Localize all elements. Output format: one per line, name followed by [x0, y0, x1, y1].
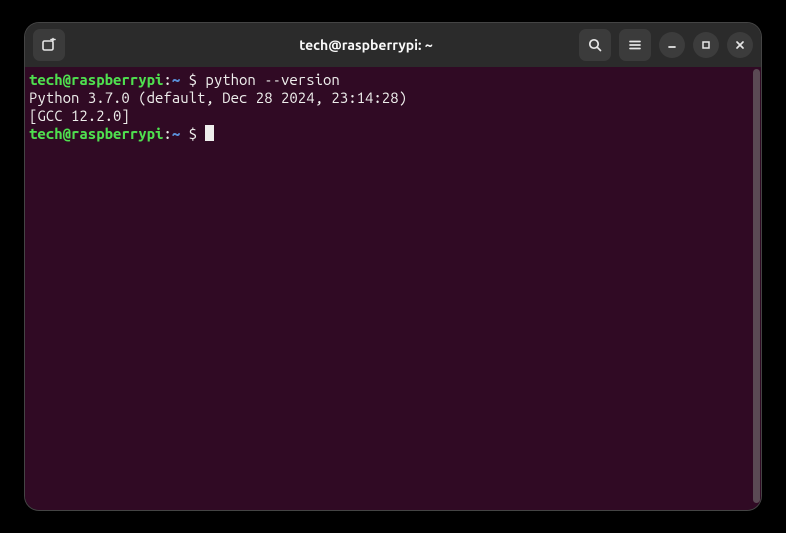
prompt-sep: : [163, 71, 171, 88]
terminal-output[interactable]: tech@raspberrypi:~ $ python --versionPyt… [25, 67, 752, 510]
terminal-body[interactable]: tech@raspberrypi:~ $ python --versionPyt… [25, 67, 761, 510]
maximize-button[interactable] [693, 32, 719, 58]
prompt-dollar: $ [180, 71, 205, 88]
search-button[interactable] [579, 29, 611, 61]
menu-button[interactable] [619, 29, 651, 61]
prompt-dollar: $ [180, 125, 205, 142]
new-tab-button[interactable] [33, 29, 65, 61]
prompt-user: tech@raspberrypi [29, 125, 163, 142]
prompt-user: tech@raspberrypi [29, 71, 163, 88]
output-line: [GCC 12.2.0] [29, 107, 750, 125]
command-text: python --version [205, 71, 339, 88]
new-tab-icon [40, 36, 58, 54]
prompt-sep: : [163, 125, 171, 142]
hamburger-icon [627, 37, 643, 53]
close-button[interactable] [727, 32, 753, 58]
window-title: tech@raspberrypi: ~ [159, 37, 573, 53]
scrollbar[interactable] [752, 67, 761, 510]
maximize-icon [700, 39, 712, 51]
cursor [205, 125, 214, 141]
titlebar: tech@raspberrypi: ~ [25, 23, 761, 67]
terminal-line: tech@raspberrypi:~ $ python --version [29, 71, 750, 89]
minimize-button[interactable] [659, 32, 685, 58]
scrollbar-thumb[interactable] [753, 69, 760, 503]
prompt-path: ~ [172, 125, 180, 142]
output-line: Python 3.7.0 (default, Dec 28 2024, 23:1… [29, 89, 750, 107]
close-icon [734, 39, 746, 51]
search-icon [587, 37, 603, 53]
prompt-path: ~ [172, 71, 180, 88]
minimize-icon [666, 39, 678, 51]
terminal-line: tech@raspberrypi:~ $ [29, 125, 750, 143]
terminal-window: tech@raspberrypi: ~ [25, 23, 761, 510]
